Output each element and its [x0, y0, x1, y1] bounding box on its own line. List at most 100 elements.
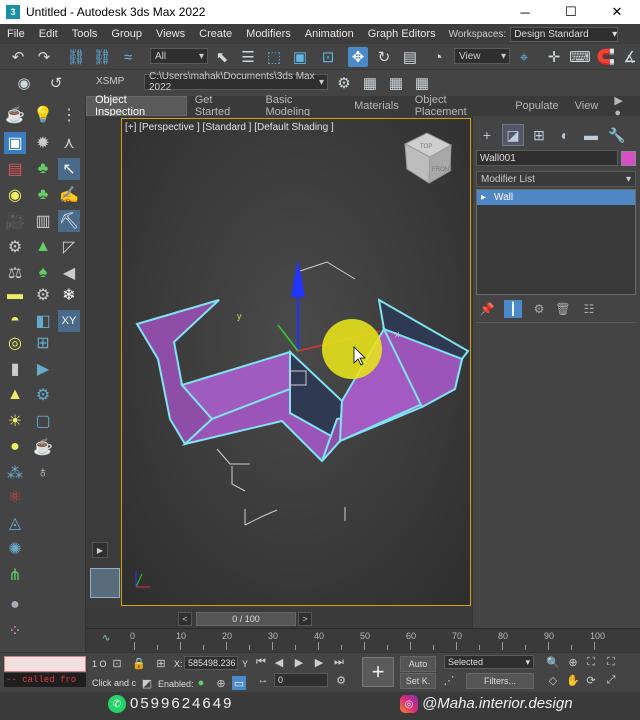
sun-light-icon[interactable]: ☀ [4, 410, 26, 432]
molecule-icon[interactable]: ⚛ [4, 486, 26, 508]
remove-modifier-icon[interactable]: 🗑 [554, 300, 572, 318]
time-tag-icon[interactable]: ▭ [232, 676, 246, 690]
render-setup-icon[interactable]: ⚙ [32, 384, 54, 406]
pan-view-icon[interactable]: ✋ [566, 673, 580, 687]
tab-basic-modeling[interactable]: Basic Modeling [258, 94, 347, 118]
enabled-toggle-icon[interactable]: ● [194, 676, 208, 690]
menu-modifiers[interactable]: Modifiers [239, 28, 298, 40]
go-to-end-icon[interactable]: ⏭ [332, 655, 346, 669]
prev-frame-button[interactable]: < [178, 612, 192, 626]
light-bulb-icon[interactable]: 💡 [32, 104, 54, 126]
time-config-icon[interactable]: ⚙ [334, 673, 348, 687]
tab-materials[interactable]: Materials [346, 96, 407, 116]
grass-icon[interactable]: ⋔ [4, 564, 26, 586]
perspective-viewport[interactable]: [+] [Perspective ] [Standard ] [Default … [121, 118, 471, 606]
refresh-icon[interactable]: ↺ [46, 73, 66, 93]
minimize-button[interactable]: ─ [502, 0, 548, 24]
adaptive-degradation-icon[interactable]: ◩ [140, 676, 154, 690]
cylinder-icon[interactable]: ▮ [4, 358, 26, 380]
undo-icon[interactable]: ↶ [8, 47, 28, 67]
pine-icon[interactable]: ▲ [32, 236, 54, 258]
project-path-select[interactable]: C:\Users\mahak\Documents\3ds Max 2022 ▾ [144, 71, 328, 93]
menu-group[interactable]: Group [104, 28, 149, 40]
show-end-result-icon[interactable]: ┃ [504, 300, 522, 318]
maximize-button[interactable]: ☐ [548, 0, 594, 24]
menu-edit[interactable]: Edit [32, 28, 65, 40]
current-frame-field[interactable]: 0 [274, 673, 328, 687]
mesh-icon[interactable]: ◬ [4, 512, 26, 534]
scale-icon[interactable]: ⚖ [4, 262, 26, 284]
menu-tools[interactable]: Tools [65, 28, 105, 40]
maximize-viewport-icon[interactable]: ⤢ [604, 673, 618, 687]
prev-key-icon[interactable]: ◀ [272, 655, 286, 669]
display-tab-icon[interactable]: ▬ [580, 124, 602, 146]
zoom-extents-all-icon[interactable]: ⛶ [604, 655, 618, 669]
track-bar[interactable]: ∿ 0 10 20 30 40 50 60 70 80 90 100 [86, 628, 640, 652]
lock-icon[interactable]: 🔒 [132, 656, 146, 670]
next-frame-button[interactable]: > [298, 612, 312, 626]
absolute-mode-icon[interactable]: ⊞ [154, 656, 168, 670]
set-keys-button[interactable]: + [362, 657, 394, 687]
link-icon[interactable]: ⛓ [66, 47, 86, 67]
angle-snap-icon[interactable]: ∡ [620, 47, 640, 67]
gear-icon[interactable]: ⚙ [32, 284, 54, 306]
project-folder-4-icon[interactable]: ▦ [412, 73, 432, 93]
project-folder-icon[interactable]: ◉ [14, 73, 34, 93]
teapot-render-icon[interactable]: ☕ [32, 436, 54, 458]
tab-object-placement[interactable]: Object Placement [407, 94, 508, 118]
cone-icon[interactable]: ▲ [4, 384, 26, 406]
camera-icon[interactable]: 🎥 [4, 210, 26, 232]
xy-icon[interactable]: XY [58, 310, 80, 332]
select-and-rotate-icon[interactable]: ↻ [374, 47, 394, 67]
close-button[interactable]: ✕ [594, 0, 640, 24]
frame-icon[interactable]: ▢ [32, 410, 54, 432]
motion-tab-icon[interactable]: ◐ [554, 124, 576, 146]
key-filters-icon[interactable]: ⋰ [442, 673, 456, 687]
grid-icon[interactable]: ⊕ [214, 676, 228, 690]
modify-tab-icon[interactable]: ◪ [502, 124, 524, 146]
viewport-navigator-icon[interactable] [90, 568, 120, 598]
workspace-select[interactable]: Design Standard ▾ [510, 26, 619, 42]
selection-filter-select[interactable]: All ▾ [150, 48, 208, 64]
menu-file[interactable]: File [0, 28, 32, 40]
select-object-icon[interactable]: ⬉ [212, 47, 232, 67]
menu-create[interactable]: Create [192, 28, 239, 40]
zoom-all-icon[interactable]: ⊕ [566, 655, 580, 669]
wall-object[interactable] [135, 298, 470, 463]
torus-icon[interactable]: ◎ [4, 332, 26, 354]
redo-icon[interactable]: ↷ [34, 47, 54, 67]
utilities-tab-icon[interactable]: 🔧 [606, 124, 628, 146]
orbit-icon[interactable]: ⟳ [584, 673, 598, 687]
zoom-icon[interactable]: 🔍 [546, 655, 560, 669]
bulb-icon[interactable]: ♁ [32, 462, 54, 484]
expand-arrow-icon[interactable]: ▸ [481, 192, 486, 203]
rectangular-selection-icon[interactable]: ⬚ [264, 47, 284, 67]
auto-key-button[interactable]: Auto [400, 656, 436, 672]
book-icon[interactable]: ▥ [32, 210, 54, 232]
plant-icon[interactable]: ♠ [32, 262, 54, 284]
maxscript-output[interactable]: -- called fro [4, 673, 86, 687]
box-icon[interactable]: ▬ [4, 284, 26, 306]
select-by-name-icon[interactable]: ☰ [238, 47, 258, 67]
object-name-field[interactable]: Wall001 [476, 150, 618, 166]
set-project-folder-icon[interactable]: ⚙ [334, 73, 354, 93]
make-unique-icon[interactable]: ⚙ [530, 300, 548, 318]
grid-dots-icon[interactable]: ⋮ [58, 104, 80, 126]
bind-space-warp-icon[interactable]: ≈ [118, 47, 138, 67]
image-icon[interactable]: ▤ [4, 158, 26, 180]
hand-icon[interactable]: ✍ [58, 184, 80, 206]
sun-icon[interactable]: ✹ [32, 132, 54, 154]
menu-animation[interactable]: Animation [298, 28, 361, 40]
time-slider-bar[interactable]: 0 / 100 [196, 612, 296, 626]
play-icon[interactable]: ▶ [92, 542, 108, 558]
modifier-list-select[interactable]: Modifier List ▾ [476, 171, 636, 187]
brush-icon[interactable]: ⛏ [58, 210, 80, 232]
window-crossing-icon[interactable]: ▣ [290, 47, 310, 67]
key-mode-icon[interactable]: ↔ [256, 673, 270, 687]
reference-coordinate-select[interactable]: View ▾ [454, 48, 510, 64]
x-coord-field[interactable]: 585498.236 [184, 656, 238, 670]
particles-icon[interactable]: ⁂ [4, 462, 26, 484]
sphere-icon[interactable]: ● [4, 436, 26, 458]
menu-graph-editors[interactable]: Graph Editors [361, 28, 443, 40]
color-palette-icon[interactable]: ⁘ [4, 620, 26, 642]
